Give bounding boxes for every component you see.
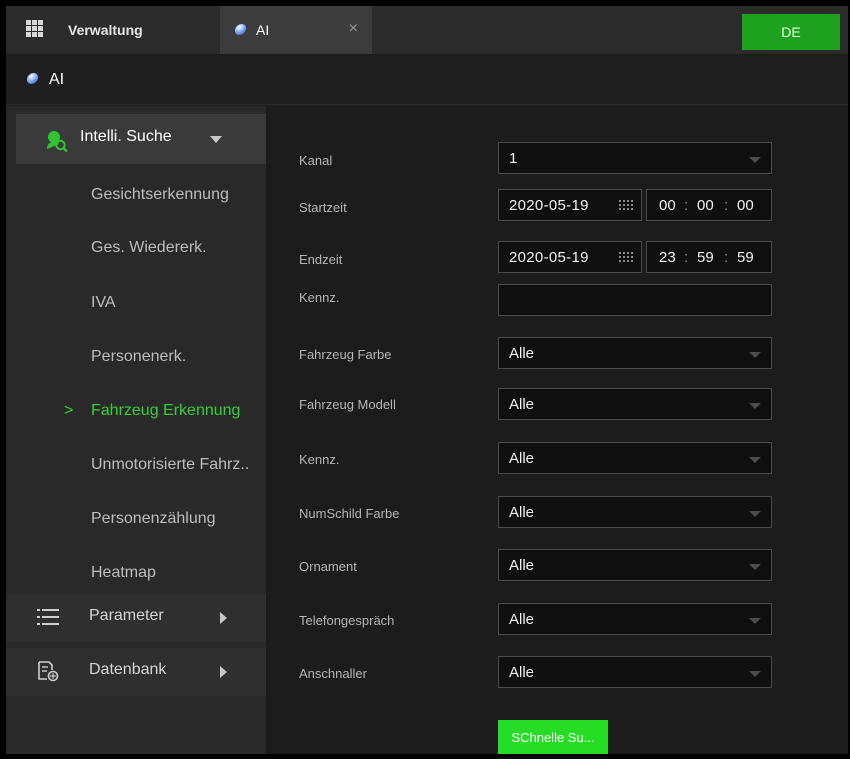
tab-verwaltung-label: Verwaltung	[68, 22, 143, 38]
dropdown-arrow-icon	[749, 352, 761, 358]
sidebar-group-label: Parameter	[89, 607, 164, 624]
calendar-icon[interactable]	[619, 200, 633, 211]
kanal-label: Kanal	[299, 153, 333, 168]
kennz-select-label: Kennz.	[299, 452, 340, 467]
sidebar-item-label: Personenerk.	[91, 348, 187, 365]
end-date-value: 2020-05-19	[509, 249, 589, 266]
start-minute[interactable]: 00	[697, 197, 714, 214]
fahrzeug-farbe-value: Alle	[509, 345, 535, 362]
ornament-label: Ornament	[299, 559, 357, 574]
numschild-farbe-select[interactable]: Alle	[498, 496, 772, 528]
search-form: Kanal 1 Startzeit 2020-05-19 00 : 00 : 0…	[266, 106, 848, 754]
chevron-down-icon	[210, 136, 222, 143]
anschnaller-value: Alle	[509, 664, 535, 681]
sidebar-group-datenbank[interactable]: Datenbank	[6, 648, 266, 696]
sidebar-item-label: Ges. Wiedererk.	[91, 239, 207, 256]
end-hour[interactable]: 23	[659, 249, 676, 266]
sidebar-item-label: Gesichtserkennung	[91, 186, 229, 203]
ai-icon	[25, 73, 40, 84]
sidebar-group-label: Datenbank	[89, 661, 167, 678]
telefongespraech-label: Telefongespräch	[299, 613, 395, 628]
anschnaller-select[interactable]: Alle	[498, 656, 772, 688]
app-grid-icon	[26, 20, 44, 38]
dropdown-arrow-icon	[749, 671, 761, 677]
time-separator: :	[684, 249, 689, 266]
time-separator: :	[684, 197, 689, 214]
fahrzeug-farbe-select[interactable]: Alle	[498, 337, 772, 369]
start-time-input[interactable]: 00 : 00 : 00	[646, 189, 772, 221]
fahrzeug-modell-select[interactable]: Alle	[498, 388, 772, 420]
sidebar-item-personenerk[interactable]: Personenerk.	[6, 338, 266, 378]
dropdown-arrow-icon	[749, 618, 761, 624]
ornament-select[interactable]: Alle	[498, 549, 772, 581]
telefongespraech-select[interactable]: Alle	[498, 603, 772, 635]
chevron-right-icon	[220, 612, 227, 624]
start-date-input[interactable]: 2020-05-19	[498, 189, 642, 221]
sidebar-section-intelli-suche[interactable]: Intelli. Suche	[16, 114, 266, 164]
fahrzeug-modell-value: Alle	[509, 396, 535, 413]
start-date-value: 2020-05-19	[509, 197, 589, 214]
tab-verwaltung[interactable]: Verwaltung	[6, 6, 216, 54]
sidebar-item-heatmap[interactable]: Heatmap	[6, 554, 266, 594]
sidebar-item-ges-wiedererk[interactable]: Ges. Wiedererk.	[6, 229, 266, 269]
tab-ai[interactable]: AI ×	[220, 6, 372, 54]
end-date-input[interactable]: 2020-05-19	[498, 241, 642, 273]
time-separator: :	[724, 249, 729, 266]
numschild-farbe-label: NumSchild Farbe	[299, 506, 400, 521]
quick-search-button[interactable]: SChnelle Su...	[498, 720, 608, 754]
kanal-select[interactable]: 1	[498, 142, 772, 174]
numschild-farbe-value: Alle	[509, 504, 535, 521]
fahrzeug-farbe-label: Fahrzeug Farbe	[299, 347, 392, 362]
time-separator: :	[724, 197, 729, 214]
kennz-text-label: Kennz.	[299, 290, 340, 305]
close-icon[interactable]: ×	[349, 20, 358, 38]
dropdown-arrow-icon	[749, 564, 761, 570]
telefongespraech-value: Alle	[509, 611, 535, 628]
tab-ai-label: AI	[256, 22, 270, 38]
sidebar-item-label: Personenzählung	[91, 510, 216, 527]
sidebar-item-label: Unmotorisierte Fahrz..	[91, 456, 250, 473]
anschnaller-label: Anschnaller	[299, 666, 367, 681]
intelligent-search-icon	[47, 131, 68, 153]
sidebar-section-label: Intelli. Suche	[80, 128, 172, 145]
ornament-value: Alle	[509, 557, 535, 574]
startzeit-label: Startzeit	[299, 200, 347, 215]
sidebar-item-unmotorisierte-fahrzeuge[interactable]: Unmotorisierte Fahrz..	[6, 446, 266, 486]
sidebar-group-parameter[interactable]: Parameter	[6, 594, 266, 642]
dropdown-arrow-icon	[749, 157, 761, 163]
endzeit-label: Endzeit	[299, 252, 343, 267]
list-icon	[37, 609, 59, 625]
ai-icon	[233, 24, 248, 35]
database-icon	[38, 661, 59, 682]
chevron-right-icon	[220, 666, 227, 678]
app-window: Verwaltung AI × DE AI Intelli. Suche Ges…	[6, 6, 848, 754]
sidebar-item-label: Fahrzeug Erkennung	[91, 402, 241, 419]
kanal-value: 1	[509, 150, 518, 167]
chevron-right-icon: >	[64, 402, 74, 419]
page-header: AI	[6, 56, 848, 105]
page-title: AI	[49, 71, 65, 88]
end-second[interactable]: 59	[737, 249, 754, 266]
calendar-icon[interactable]	[619, 252, 633, 263]
sidebar-item-fahrzeug-erkennung[interactable]: > Fahrzeug Erkennung	[6, 392, 266, 432]
tab-bar: Verwaltung AI × DE	[6, 6, 848, 54]
sidebar-item-label: IVA	[91, 294, 116, 311]
sidebar-item-iva[interactable]: IVA	[6, 284, 266, 324]
sidebar-item-label: Heatmap	[91, 564, 156, 581]
end-time-input[interactable]: 23 : 59 : 59	[646, 241, 772, 273]
dropdown-arrow-icon	[749, 511, 761, 517]
sidebar: Intelli. Suche Gesichtserkennung Ges. Wi…	[6, 106, 266, 754]
start-second[interactable]: 00	[737, 197, 754, 214]
end-minute[interactable]: 59	[697, 249, 714, 266]
kennz-select-value: Alle	[509, 450, 535, 467]
sidebar-item-gesichtserkennung[interactable]: Gesichtserkennung	[6, 176, 266, 216]
dropdown-arrow-icon	[749, 457, 761, 463]
fahrzeug-modell-label: Fahrzeug Modell	[299, 397, 396, 412]
language-button[interactable]: DE	[742, 14, 840, 50]
sidebar-item-personenzaehlung[interactable]: Personenzählung	[6, 500, 266, 540]
start-hour[interactable]: 00	[659, 197, 676, 214]
kennz-select[interactable]: Alle	[498, 442, 772, 474]
kennz-input[interactable]	[498, 284, 772, 316]
dropdown-arrow-icon	[749, 403, 761, 409]
